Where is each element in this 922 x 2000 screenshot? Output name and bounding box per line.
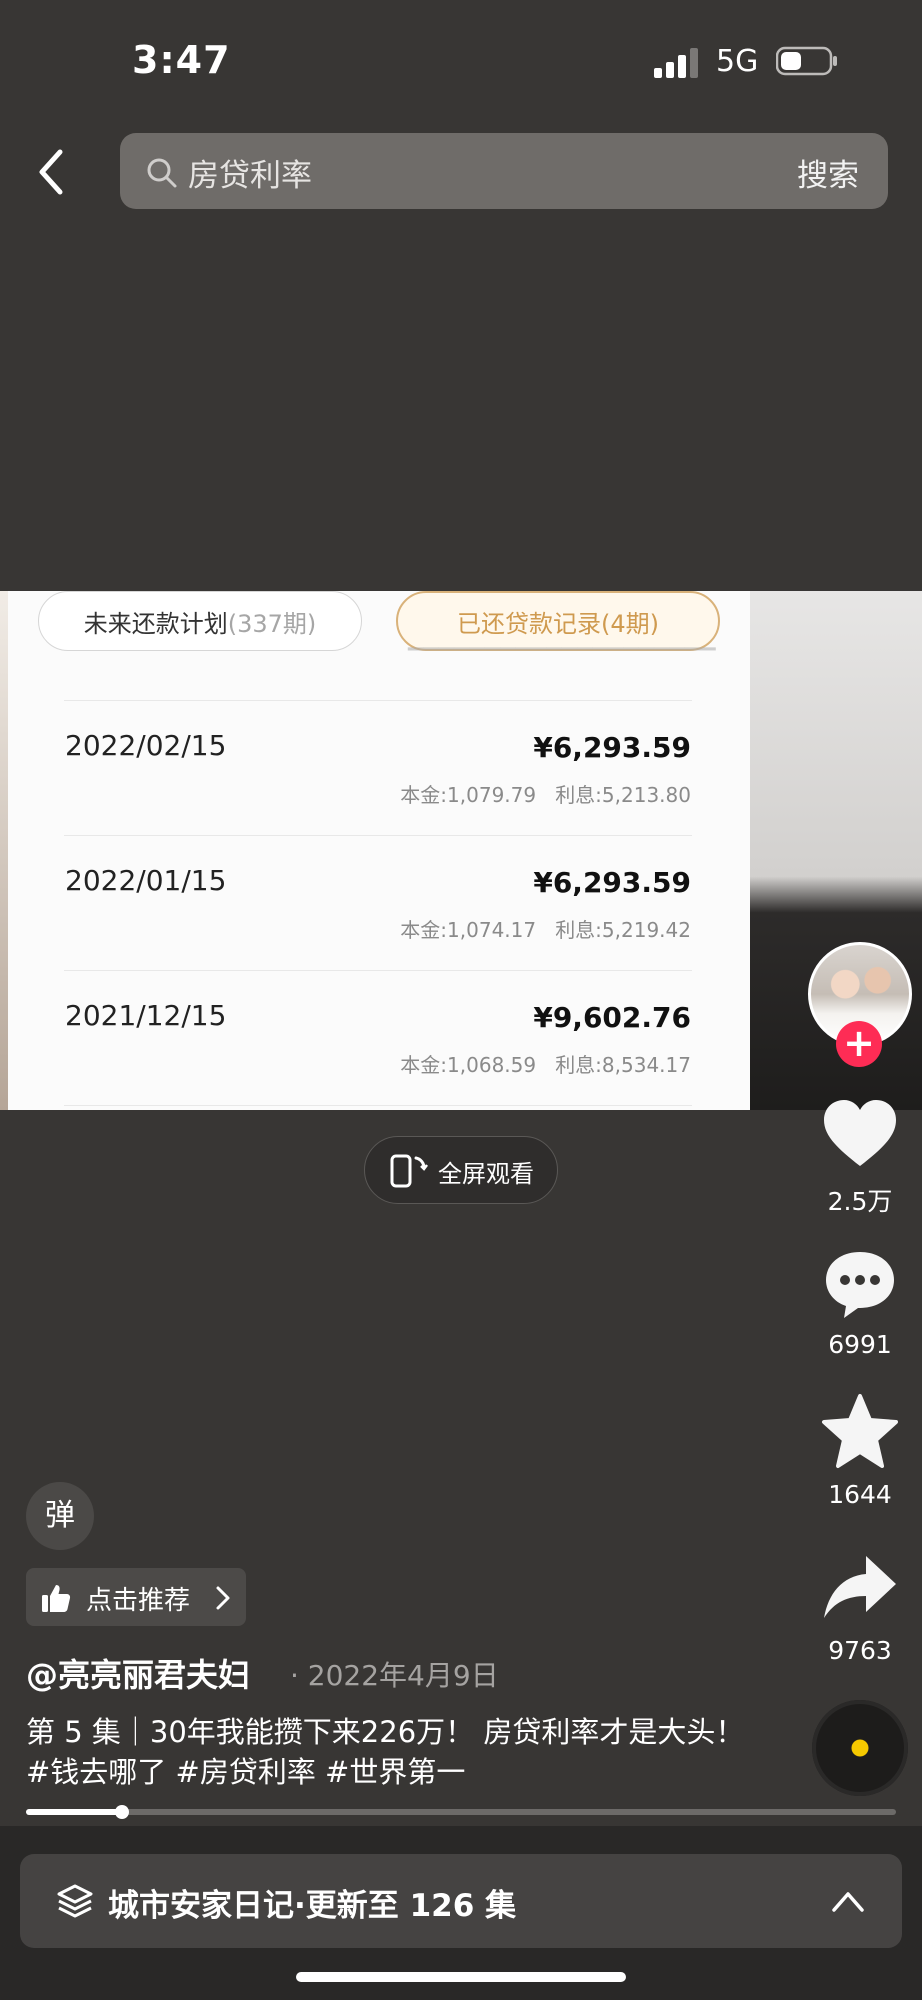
row-divider	[64, 970, 692, 971]
layers-icon	[57, 1884, 93, 1918]
record-principal: 本金:1,068.59	[400, 1053, 537, 1077]
row-divider	[64, 700, 692, 701]
record-amount: ¥6,293.59	[533, 866, 691, 899]
recommend-label: 点击推荐	[86, 1586, 191, 1616]
tab-future-plan: 未来还款计划 (337期)	[38, 591, 362, 651]
follow-button[interactable]: +	[836, 1021, 882, 1067]
video-left-edge	[0, 591, 8, 1110]
record-principal: 本金:1,074.17	[400, 918, 537, 942]
status-time: 3:47	[132, 38, 231, 82]
tab-paid-records: 已还贷款记录 (4期)	[396, 591, 720, 651]
chevron-right-icon	[216, 1586, 230, 1610]
music-disc[interactable]	[812, 1700, 908, 1796]
record-date: 2022/01/15	[65, 864, 227, 897]
star-icon[interactable]	[820, 1392, 900, 1472]
record-interest: 利息:8,534.17	[555, 1053, 691, 1077]
fullscreen-label: 全屏观看	[438, 1160, 534, 1188]
back-arrow-icon[interactable]	[30, 146, 74, 198]
row-divider	[64, 1105, 692, 1106]
record-detail: 本金:1,074.17 利息:5,219.42	[400, 914, 691, 943]
record-interest: 利息:5,213.80	[555, 783, 691, 807]
danmaku-toggle[interactable]: 弹	[26, 1482, 94, 1550]
record-date: 2022/02/15	[65, 729, 227, 762]
author-name[interactable]: @亮亮丽君夫妇	[26, 1650, 250, 1696]
record-detail: 本金:1,068.59 利息:8,534.17	[400, 1049, 691, 1078]
comment-count: 6991	[828, 1330, 892, 1359]
progress-fill	[26, 1809, 122, 1815]
record-amount: ¥9,602.76	[533, 1001, 691, 1034]
series-label: 城市安家日记·更新至 126 集	[108, 1888, 517, 1924]
like-count: 2.5万	[827, 1187, 893, 1216]
thumbs-up-icon	[42, 1585, 71, 1612]
tab-paid-count: (4期)	[601, 609, 659, 638]
record-detail: 本金:1,079.79 利息:5,213.80	[400, 779, 691, 808]
record-amount: ¥6,293.59	[533, 731, 691, 764]
chevron-up-icon[interactable]	[830, 1888, 866, 1914]
row-divider	[64, 835, 692, 836]
battery-icon	[776, 46, 837, 76]
search-icon	[147, 158, 177, 188]
cropped-row-text: ▔▔▔▔▔▔▔▔▔▔▔▔▔▔▔▔▔▔▔▔	[408, 647, 716, 671]
network-label: 5G	[716, 44, 759, 79]
tab-paid-label: 已还贷款记录	[457, 609, 601, 638]
tab-future-count: (337期)	[227, 609, 317, 638]
share-icon[interactable]	[820, 1548, 900, 1628]
search-input[interactable]: 房贷利率	[188, 150, 312, 195]
progress-handle[interactable]	[114, 1805, 129, 1819]
tab-future-label: 未来还款计划	[83, 609, 228, 638]
comment-icon[interactable]	[820, 1244, 900, 1324]
rotate-screen-icon	[390, 1154, 428, 1188]
record-date: 2021/12/15	[65, 999, 227, 1032]
video-caption[interactable]: 第 5 集｜30年我能攒下来226万！ 房贷利率才是大头！ #钱去哪了 #房贷利…	[26, 1712, 746, 1792]
heart-icon[interactable]	[820, 1094, 900, 1174]
signal-icon	[654, 48, 698, 78]
search-button[interactable]: 搜索	[797, 150, 859, 195]
progress-track[interactable]	[26, 1809, 896, 1815]
record-principal: 本金:1,079.79	[400, 783, 537, 807]
home-indicator	[296, 1972, 626, 1982]
video-player[interactable]: 未来还款计划 (337期) 已还贷款记录 (4期) ▔▔▔▔▔▔▔▔▔▔▔▔▔▔▔▔…	[0, 591, 922, 1110]
record-interest: 利息:5,219.42	[555, 918, 691, 942]
post-date: · 2022年4月9日	[290, 1659, 499, 1692]
favorite-count: 1644	[828, 1480, 892, 1509]
share-count: 9763	[828, 1636, 892, 1665]
